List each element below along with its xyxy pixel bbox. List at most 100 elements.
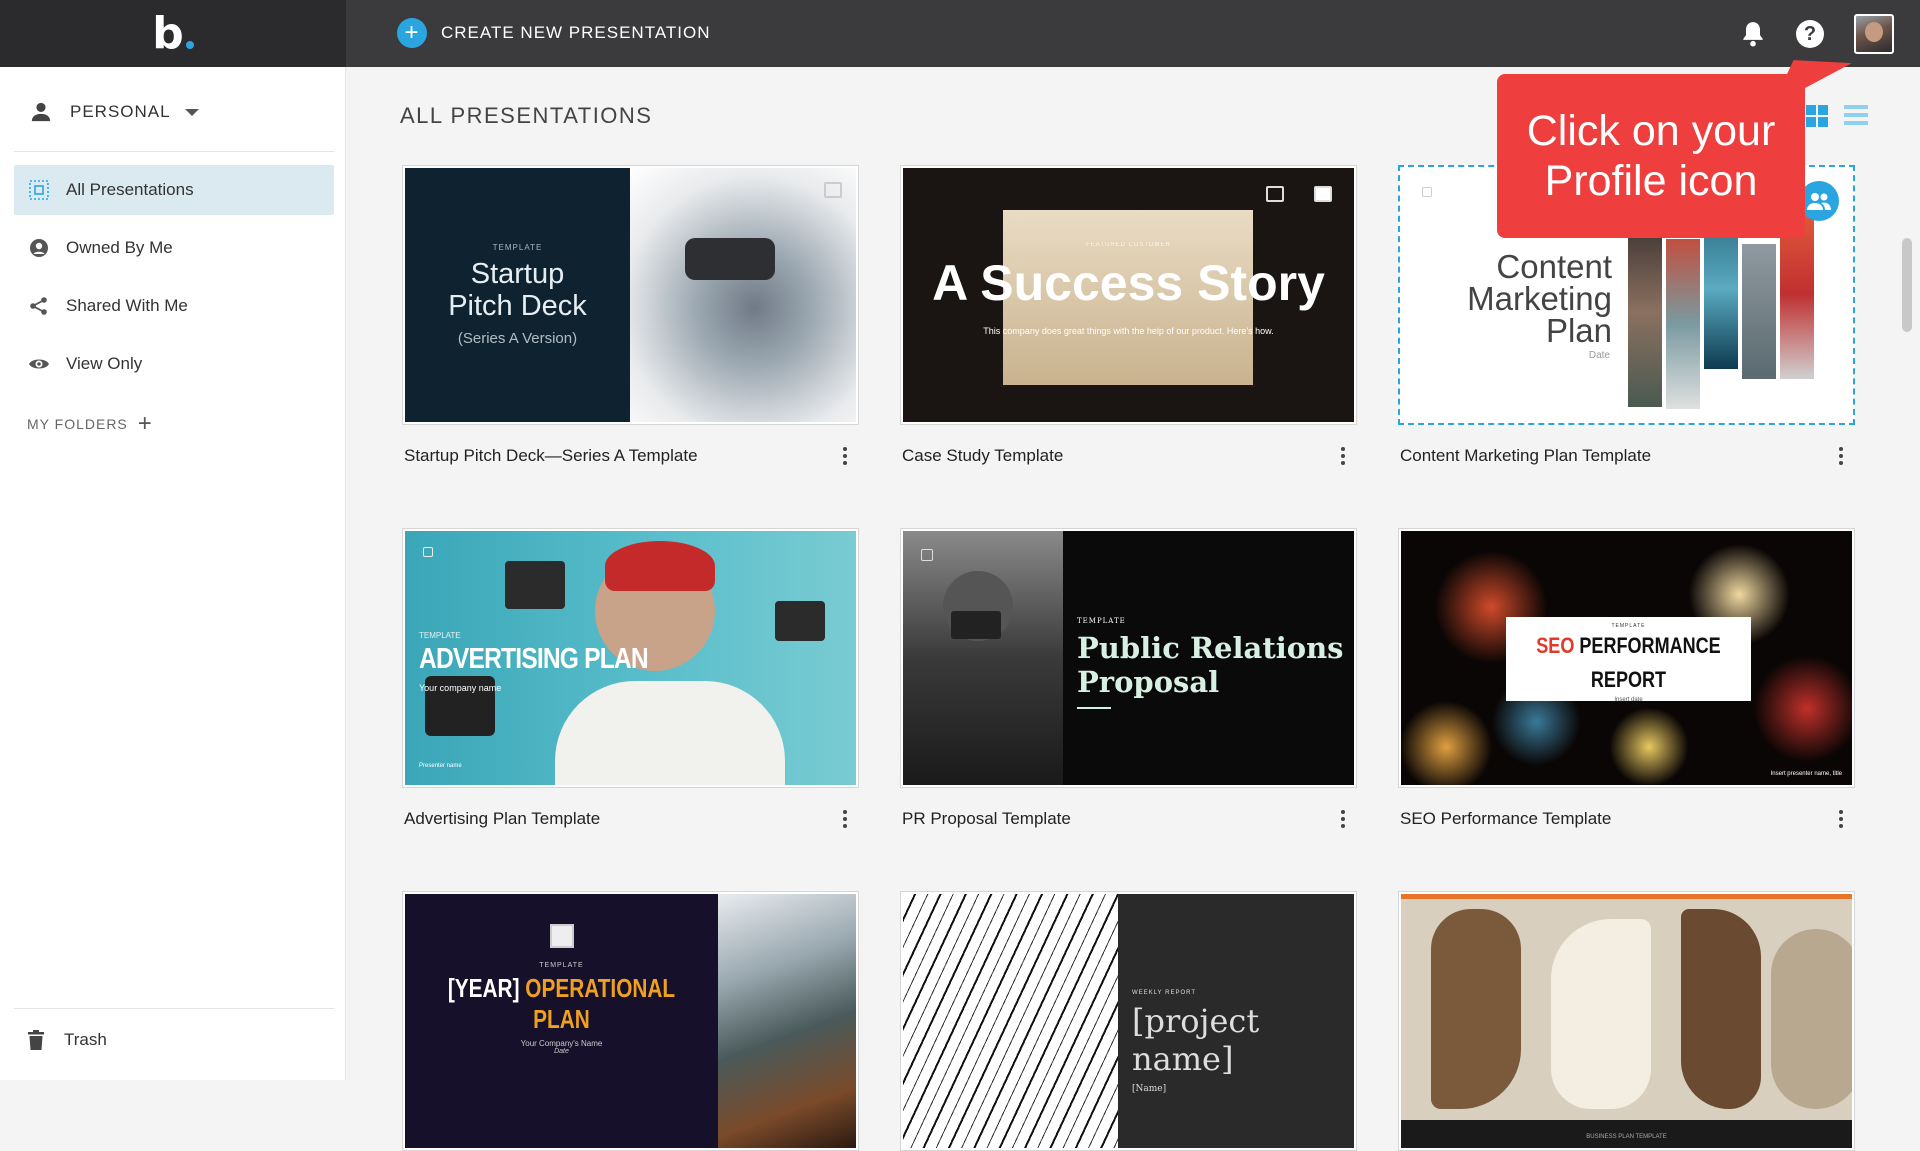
create-label: CREATE NEW PRESENTATION (441, 23, 711, 42)
presentation-card: WEEKLY REPORT [project name] [Name] (900, 891, 1357, 1151)
presentation-card: BUSINESS PLAN TEMPLATE (1398, 891, 1855, 1151)
slide-subtitle: Your company name (419, 683, 502, 693)
slide-photo-mountain (718, 894, 856, 1148)
presentation-card: TEMPLATE Public Relations Proposal PR Pr… (900, 528, 1357, 830)
workspace-selector[interactable]: PERSONAL (30, 101, 199, 123)
presentation-thumbnail[interactable]: TEMPLATE ADVERTISING PLAN Your company n… (402, 528, 859, 788)
tutorial-callout: Click on your Profile icon (1497, 74, 1805, 238)
slide-subtitle: [Name] (1132, 1084, 1167, 1094)
more-options-icon[interactable] (1833, 445, 1849, 467)
card-title[interactable]: Advertising Plan Template (404, 809, 600, 829)
card-title[interactable]: SEO Performance Template (1400, 809, 1611, 829)
slide-headline: [YEAR] OPERATIONAL PLAN (436, 973, 686, 1035)
card-caption: Case Study Template (900, 445, 1357, 467)
slide-date: Date (1588, 350, 1610, 361)
eye-icon (28, 353, 50, 375)
slide-tag: TEMPLATE (1077, 617, 1126, 625)
slide-photo-photographer (903, 531, 1063, 785)
list-view-icon[interactable] (1844, 105, 1868, 125)
slide-title-box: TEMPLATE SEO PERFORMANCE REPORT Insert d… (1506, 617, 1751, 703)
card-caption: Content Marketing Plan Template (1398, 445, 1855, 467)
chevron-down-icon (184, 108, 199, 116)
view-toggle (1806, 105, 1868, 127)
presentation-thumbnail[interactable]: TEMPLATE Startup Pitch Deck (Series A Ve… (402, 165, 859, 425)
card-caption: PR Proposal Template (900, 808, 1357, 830)
slide-title-line: Public Relations (1077, 631, 1344, 665)
presentation-card: A Success Story This company does great … (900, 165, 1357, 467)
trash-icon (28, 1030, 44, 1050)
slide-title-block: Content Marketing Plan Date (1442, 248, 1612, 365)
sidebar-item-view-only[interactable]: View Only (14, 339, 334, 389)
sidebar-item-shared-with-me[interactable]: Shared With Me (14, 281, 334, 331)
sidebar-item-label: All Presentations (66, 180, 194, 199)
slide-tag: TEMPLATE (419, 631, 461, 640)
folders-label: MY FOLDERS (27, 416, 128, 432)
card-title[interactable]: Startup Pitch Deck—Series A Template (404, 446, 698, 466)
slide-headline-main: OPERATIONAL PLAN (525, 973, 676, 1034)
sidebar-item-label: Shared With Me (66, 296, 188, 315)
presentation-thumbnail[interactable]: TEMPLATE SEO PERFORMANCE REPORT Insert d… (1398, 528, 1855, 788)
sidebar-item-owned-by-me[interactable]: Owned By Me (14, 223, 334, 273)
more-options-icon[interactable] (837, 445, 853, 467)
card-title[interactable]: PR Proposal Template (902, 809, 1071, 829)
slide-photo-vr (630, 168, 856, 422)
user-circle-icon (28, 237, 50, 259)
presentation-card: TEMPLATE ADVERTISING PLAN Your company n… (402, 528, 859, 830)
more-options-icon[interactable] (837, 808, 853, 830)
card-caption: Startup Pitch Deck—Series A Template (402, 445, 859, 467)
share-icon (28, 295, 50, 317)
shared-users-icon[interactable] (1799, 181, 1839, 221)
presentation-thumbnail[interactable]: TEMPLATE [YEAR] OPERATIONAL PLAN Your Co… (402, 891, 859, 1151)
slide-headline-year: [YEAR] (447, 973, 520, 1003)
card-caption: SEO Performance Template (1398, 808, 1855, 830)
slide-text-panel: TEMPLATE Startup Pitch Deck (Series A Ve… (405, 168, 630, 422)
bell-icon[interactable] (1740, 20, 1766, 48)
presentation-thumbnail[interactable]: A Success Story This company does great … (900, 165, 1357, 425)
card-title[interactable]: Case Study Template (902, 446, 1063, 466)
grid-icon (28, 179, 50, 201)
presentation-card: TEMPLATE Startup Pitch Deck (Series A Ve… (402, 165, 859, 467)
logo-text: b (152, 7, 184, 59)
slide-text-panel: WEEKLY REPORT [project name] [Name] (1118, 894, 1354, 1148)
slide-text-panel: TEMPLATE [YEAR] OPERATIONAL PLAN Your Co… (405, 894, 718, 1148)
sidebar-item-all-presentations[interactable]: All Presentations (14, 165, 334, 215)
workspace-label: PERSONAL (70, 102, 171, 121)
sidebar-item-label: Owned By Me (66, 238, 173, 257)
more-options-icon[interactable] (1335, 808, 1351, 830)
slide-headline: ADVERTISING PLAN (419, 643, 649, 675)
profile-avatar[interactable] (1854, 14, 1894, 54)
card-title[interactable]: Content Marketing Plan Template (1400, 446, 1651, 466)
slide-subtitle: Insert date (1614, 697, 1643, 703)
more-options-icon[interactable] (1335, 445, 1351, 467)
slide-presenter: Presenter name (419, 763, 462, 769)
trash-label: Trash (64, 1030, 107, 1049)
presentation-thumbnail[interactable]: BUSINESS PLAN TEMPLATE (1398, 891, 1855, 1151)
slide-headline-accent: SEO (1536, 633, 1575, 658)
top-bar: b + CREATE NEW PRESENTATION ? (0, 0, 1920, 67)
my-folders-header: MY FOLDERS + (27, 412, 153, 436)
slide-title-line: Content (1496, 248, 1612, 285)
add-folder-icon[interactable]: + (138, 412, 153, 436)
presentation-thumbnail[interactable]: TEMPLATE Public Relations Proposal (900, 528, 1357, 788)
more-options-icon[interactable] (1833, 808, 1849, 830)
person-icon (31, 102, 51, 122)
logo-dot (185, 40, 194, 49)
grid-view-icon[interactable] (1806, 105, 1828, 127)
create-presentation-button[interactable]: + CREATE NEW PRESENTATION (397, 18, 711, 48)
slide-title-line: Proposal (1077, 665, 1220, 699)
slide-title-line: Plan (1545, 312, 1612, 349)
slide-headline-main: PERFORMANCE REPORT (1579, 633, 1721, 692)
sidebar: PERSONAL All Presentations Owned By Me S… (0, 67, 346, 1080)
slide-date: Date (554, 1048, 569, 1055)
slide-headline: A Success Story (932, 255, 1325, 311)
slide-footer: BUSINESS PLAN TEMPLATE (1401, 1120, 1852, 1148)
sidebar-nav: All Presentations Owned By Me Shared Wit… (14, 165, 334, 397)
presentation-thumbnail[interactable]: WEEKLY REPORT [project name] [Name] (900, 891, 1357, 1151)
divider (14, 1008, 334, 1009)
scrollbar-thumb[interactable] (1902, 238, 1912, 332)
trash-button[interactable]: Trash (28, 1030, 107, 1050)
help-icon[interactable]: ? (1796, 20, 1824, 48)
app-logo[interactable]: b (0, 0, 346, 67)
slide-subtitle: (Series A Version) (457, 330, 578, 347)
slide-subtitle: This company does great things with the … (983, 326, 1274, 336)
